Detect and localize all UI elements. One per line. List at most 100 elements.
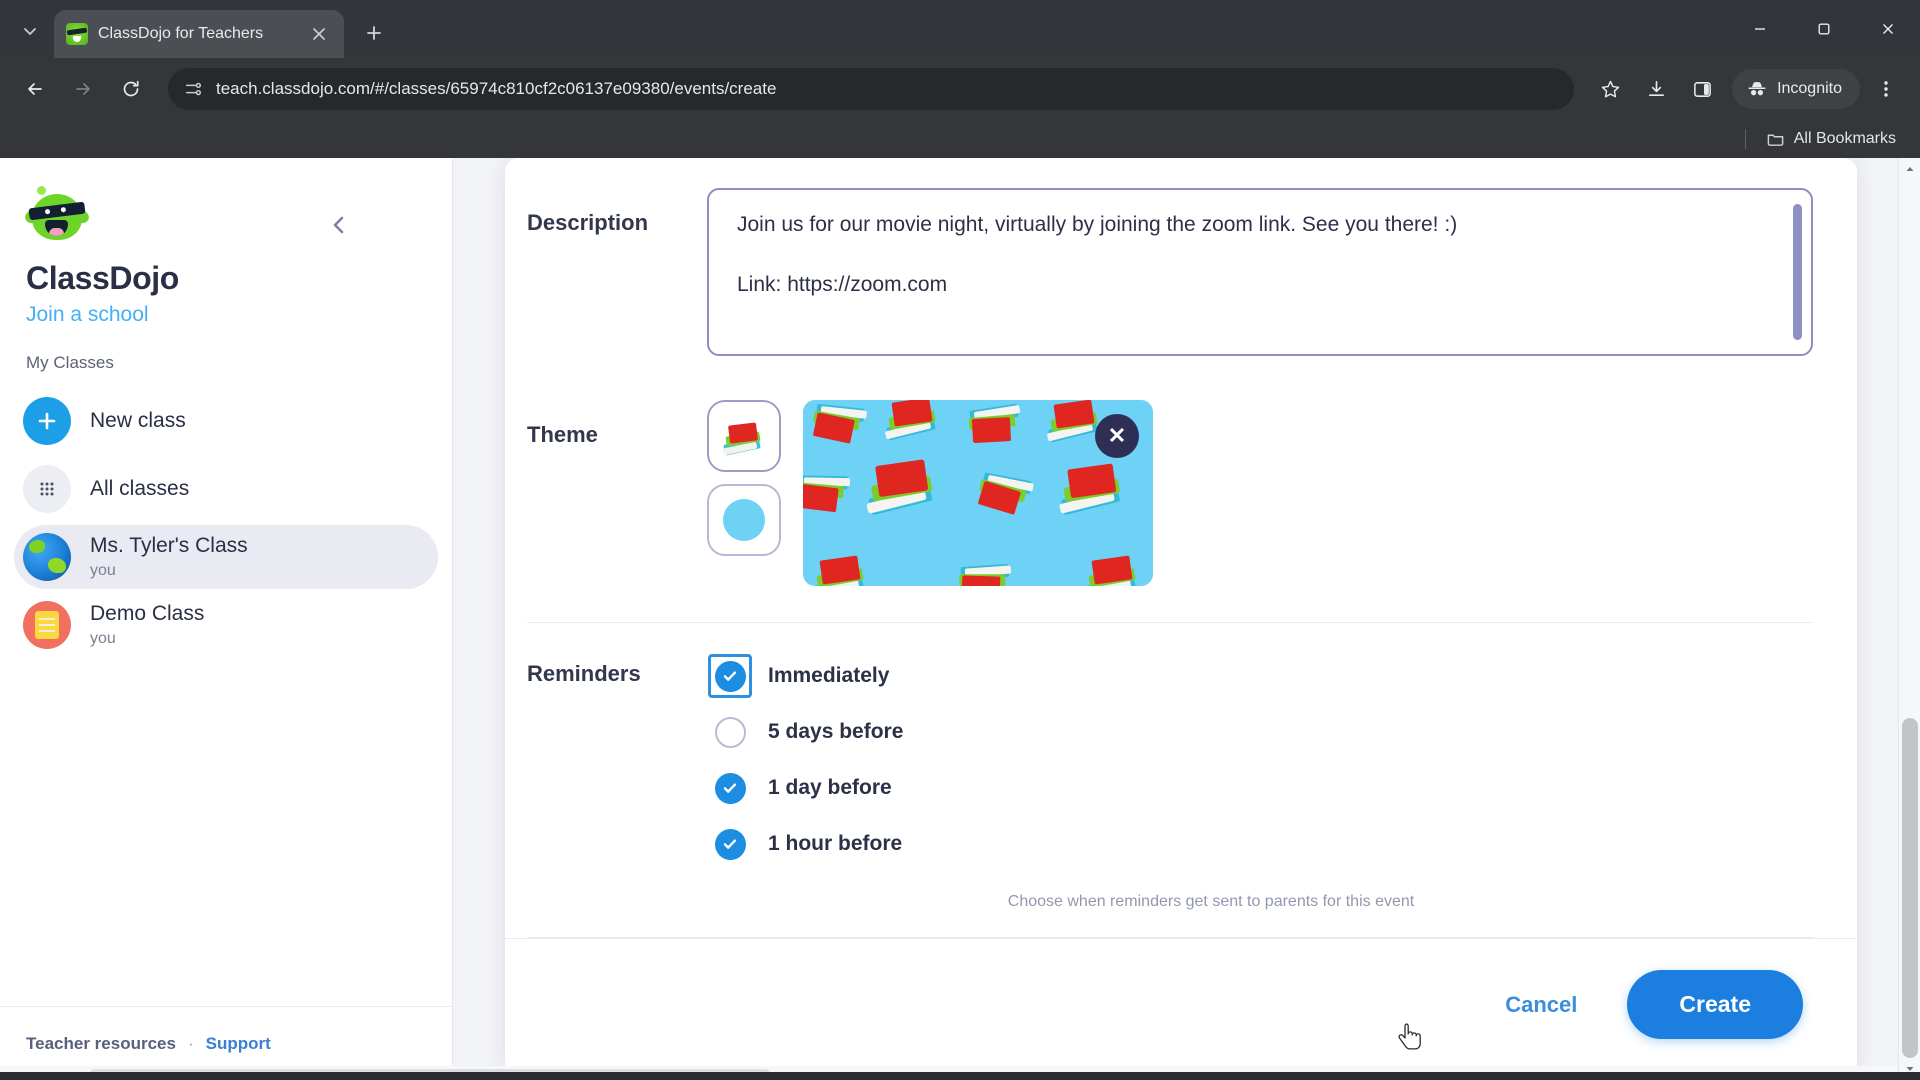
page-title: ClassDojo <box>26 260 179 296</box>
bookmark-star-icon[interactable] <box>1590 69 1630 109</box>
sidebar-item-role: you <box>90 629 116 647</box>
reminder-label: 5 days before <box>768 720 904 743</box>
forward-icon[interactable] <box>62 68 104 110</box>
my-classes-label: My Classes <box>26 353 114 372</box>
reminder-option-1-day-before[interactable]: 1 day before <box>710 767 903 809</box>
description-line-1: Join us for our movie night, virtually b… <box>737 213 1458 236</box>
color-swatch-icon <box>723 499 765 541</box>
sidebar-item-label: Demo Class <box>90 601 205 625</box>
incognito-label: Incognito <box>1777 80 1842 97</box>
reminders-label: Reminders <box>527 661 641 686</box>
sidebar-item-ms-tylers-class[interactable]: Ms. Tyler's Class you <box>14 525 438 589</box>
sidebar-item-role: you <box>90 561 116 579</box>
description-scrollbar[interactable] <box>1793 204 1802 340</box>
incognito-indicator[interactable]: Incognito <box>1732 69 1860 109</box>
sidebar-item-label: All classes <box>90 477 190 501</box>
support-link[interactable]: Support <box>206 1034 271 1054</box>
cancel-button[interactable]: Cancel <box>1497 982 1585 1028</box>
classdojo-favicon <box>66 23 88 45</box>
tab-title: ClassDojo for Teachers <box>98 25 264 42</box>
theme-tile-color[interactable] <box>707 484 781 556</box>
theme-tile-books[interactable] <box>707 400 781 472</box>
app-sidebar: ClassDojo Join a school My Classes New c… <box>0 158 453 1080</box>
check-icon <box>714 828 746 860</box>
modal-footer: Cancel Create <box>505 938 1857 1070</box>
browser-toolbar: teach.classdojo.com/#/classes/65974c810c… <box>0 58 1920 120</box>
description-line-2: Link: https://zoom.com <box>737 273 948 297</box>
close-icon: ✕ <box>1107 423 1127 448</box>
tab-search-button[interactable] <box>10 11 50 51</box>
side-panel-icon[interactable] <box>1682 69 1722 109</box>
theme-label: Theme <box>527 422 598 447</box>
sidebar-item-demo-class[interactable]: Demo Class you <box>14 593 438 657</box>
maximize-icon[interactable] <box>1792 0 1856 58</box>
reminder-label: 1 hour before <box>768 832 903 855</box>
grid-icon <box>23 465 71 513</box>
description-row: Description Join us for our movie night,… <box>505 158 1857 356</box>
window-controls <box>1728 0 1920 58</box>
back-icon[interactable] <box>14 68 56 110</box>
incognito-icon <box>1746 78 1768 100</box>
description-input[interactable]: Join us for our movie night, virtually b… <box>707 188 1813 356</box>
create-button[interactable]: Create <box>1627 970 1803 1039</box>
page-vertical-scrollbar[interactable] <box>1898 158 1920 1080</box>
reminders-row: Reminders Immediately 5 days before 1 da… <box>505 623 1857 865</box>
downloads-icon[interactable] <box>1636 69 1676 109</box>
remove-theme-button[interactable]: ✕ <box>1095 414 1139 458</box>
plus-icon <box>23 397 71 445</box>
theme-picker <box>707 400 781 556</box>
modal-body: Description Join us for our movie night,… <box>505 158 1857 938</box>
class-list: New class All classes Ms. Tyler's Class … <box>0 389 452 657</box>
bookmarks-bar: All Bookmarks <box>0 120 1920 158</box>
reload-icon[interactable] <box>110 68 152 110</box>
reminder-label: Immediately <box>768 664 890 687</box>
reminders-hint: Choose when reminders get sent to parent… <box>1007 893 1415 910</box>
classdojo-logo-icon <box>23 184 91 246</box>
reminder-label: 1 day before <box>768 776 892 799</box>
reminders-list: Immediately 5 days before 1 day before 1… <box>708 654 903 865</box>
reminder-checkbox-1-day-before[interactable] <box>710 768 750 808</box>
chevron-left-icon <box>328 214 350 236</box>
vertical-scroll-thumb[interactable] <box>1902 718 1918 1058</box>
all-bookmarks-button[interactable]: All Bookmarks <box>1758 126 1904 153</box>
unchecked-circle-icon <box>714 716 746 748</box>
reminder-checkbox-1-hour-before[interactable] <box>710 824 750 864</box>
browser-window: ClassDojo for Teachers teach.classdojo.c… <box>0 0 1920 1080</box>
more-menu-icon[interactable] <box>1866 69 1906 109</box>
sidebar-header <box>0 158 452 246</box>
browser-tab[interactable]: ClassDojo for Teachers <box>54 10 344 58</box>
notebook-icon <box>23 601 71 649</box>
description-label: Description <box>527 210 649 235</box>
reminder-option-immediately[interactable]: Immediately <box>708 654 903 698</box>
folder-icon <box>1766 130 1785 149</box>
footer-separator: · <box>187 1033 194 1053</box>
window-bottom-edge <box>0 1072 1920 1080</box>
reminder-checkbox-5-days-before[interactable] <box>710 712 750 752</box>
window-close-icon[interactable] <box>1856 0 1920 58</box>
join-school-link[interactable]: Join a school <box>0 297 452 327</box>
tab-strip: ClassDojo for Teachers <box>0 0 1920 58</box>
sidebar-item-label: New class <box>90 409 186 433</box>
all-bookmarks-label: All Bookmarks <box>1793 130 1896 147</box>
address-bar[interactable]: teach.classdojo.com/#/classes/65974c810c… <box>168 68 1575 110</box>
teacher-resources-link[interactable]: Teacher resources <box>26 1034 176 1054</box>
reminder-option-1-hour-before[interactable]: 1 hour before <box>710 823 903 865</box>
create-event-modal: Description Join us for our movie night,… <box>505 158 1857 1070</box>
site-settings-icon[interactable] <box>184 80 202 98</box>
sidebar-collapse-button[interactable] <box>320 206 358 244</box>
sidebar-item-label: Ms. Tyler's Class <box>90 533 248 557</box>
globe-icon <box>23 533 71 581</box>
sidebar-item-all-classes[interactable]: All classes <box>14 457 438 521</box>
new-tab-button[interactable] <box>354 13 394 53</box>
theme-preview[interactable]: ✕ <box>803 400 1153 586</box>
bookmarks-divider <box>1744 129 1746 149</box>
reminder-checkbox-immediately[interactable] <box>708 654 752 698</box>
sidebar-item-new-class[interactable]: New class <box>14 389 438 453</box>
scroll-up-icon[interactable] <box>1899 158 1920 180</box>
minimize-icon[interactable] <box>1728 0 1792 58</box>
page-viewport: ClassDojo Join a school My Classes New c… <box>0 158 1920 1080</box>
books-sticker-icon <box>722 414 766 458</box>
close-icon[interactable] <box>306 21 332 47</box>
url-text: teach.classdojo.com/#/classes/65974c810c… <box>216 79 777 98</box>
reminder-option-5-days-before[interactable]: 5 days before <box>710 711 903 753</box>
